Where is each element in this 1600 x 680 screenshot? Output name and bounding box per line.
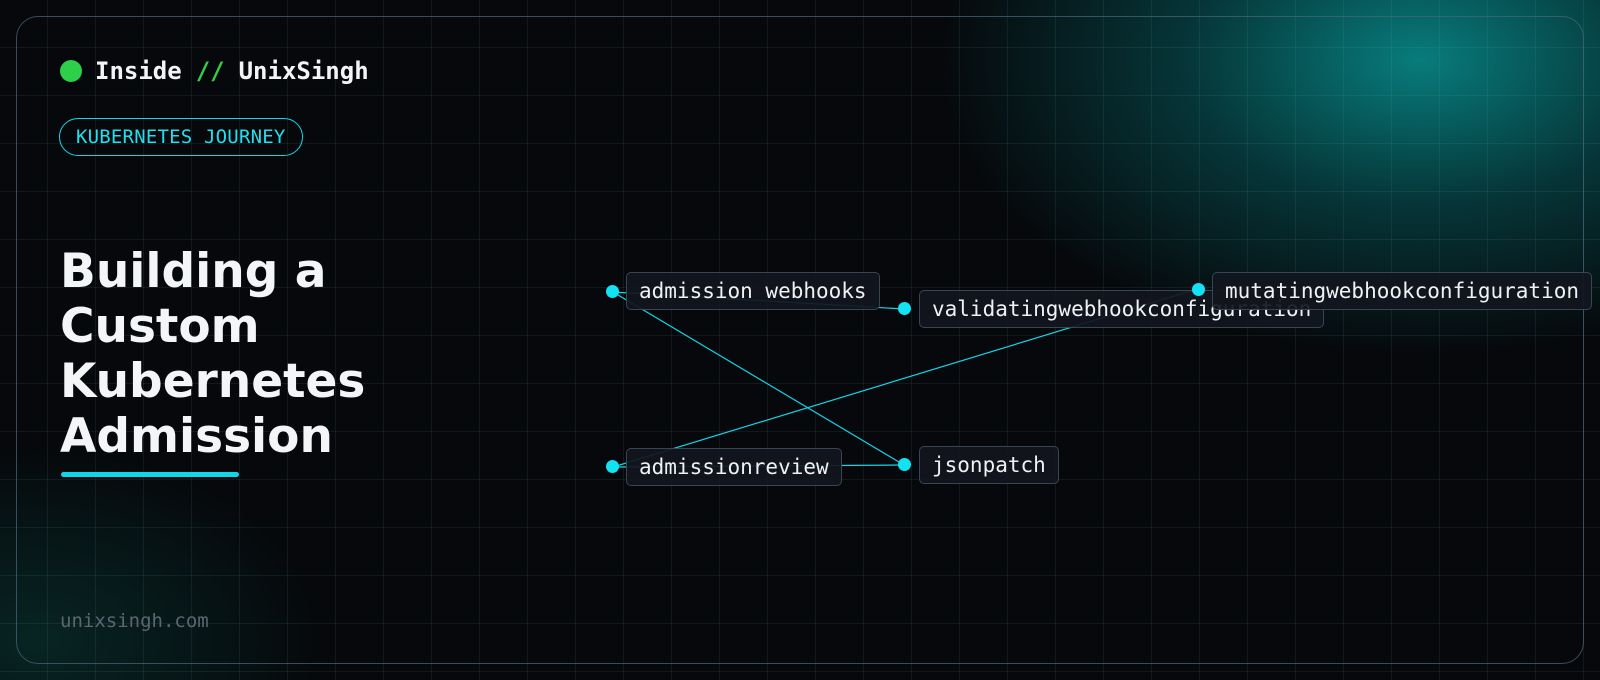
- page-title: Building a Custom Kubernetes Admission: [60, 244, 366, 464]
- node-marker-mutatingwebhookconfiguration: [1192, 283, 1205, 296]
- brand-name-right: UnixSingh: [238, 57, 369, 85]
- footer-domain: unixsingh.com: [60, 610, 209, 632]
- node-marker-admission-webhooks: [606, 285, 619, 298]
- brand: Inside // UnixSingh: [60, 56, 369, 86]
- node-marker-validatingwebhookconfiguration: [898, 302, 911, 315]
- node-admissionreview: admissionreview: [626, 448, 842, 486]
- node-marker-jsonpatch: [898, 458, 911, 471]
- node-mutatingwebhookconfiguration: mutatingwebhookconfiguration: [1212, 272, 1593, 310]
- node-admission-webhooks: admission webhooks: [626, 272, 880, 310]
- banner: Inside // UnixSingh KUBERNETES JOURNEY B…: [0, 0, 1600, 680]
- brand-name-left: Inside: [95, 57, 182, 85]
- node-jsonpatch: jsonpatch: [919, 446, 1059, 484]
- node-marker-admissionreview: [606, 460, 619, 473]
- title-underline: [61, 472, 239, 477]
- brand-separator: //: [195, 57, 225, 85]
- category-badge: KUBERNETES JOURNEY: [59, 118, 303, 156]
- status-dot-icon: [60, 60, 82, 82]
